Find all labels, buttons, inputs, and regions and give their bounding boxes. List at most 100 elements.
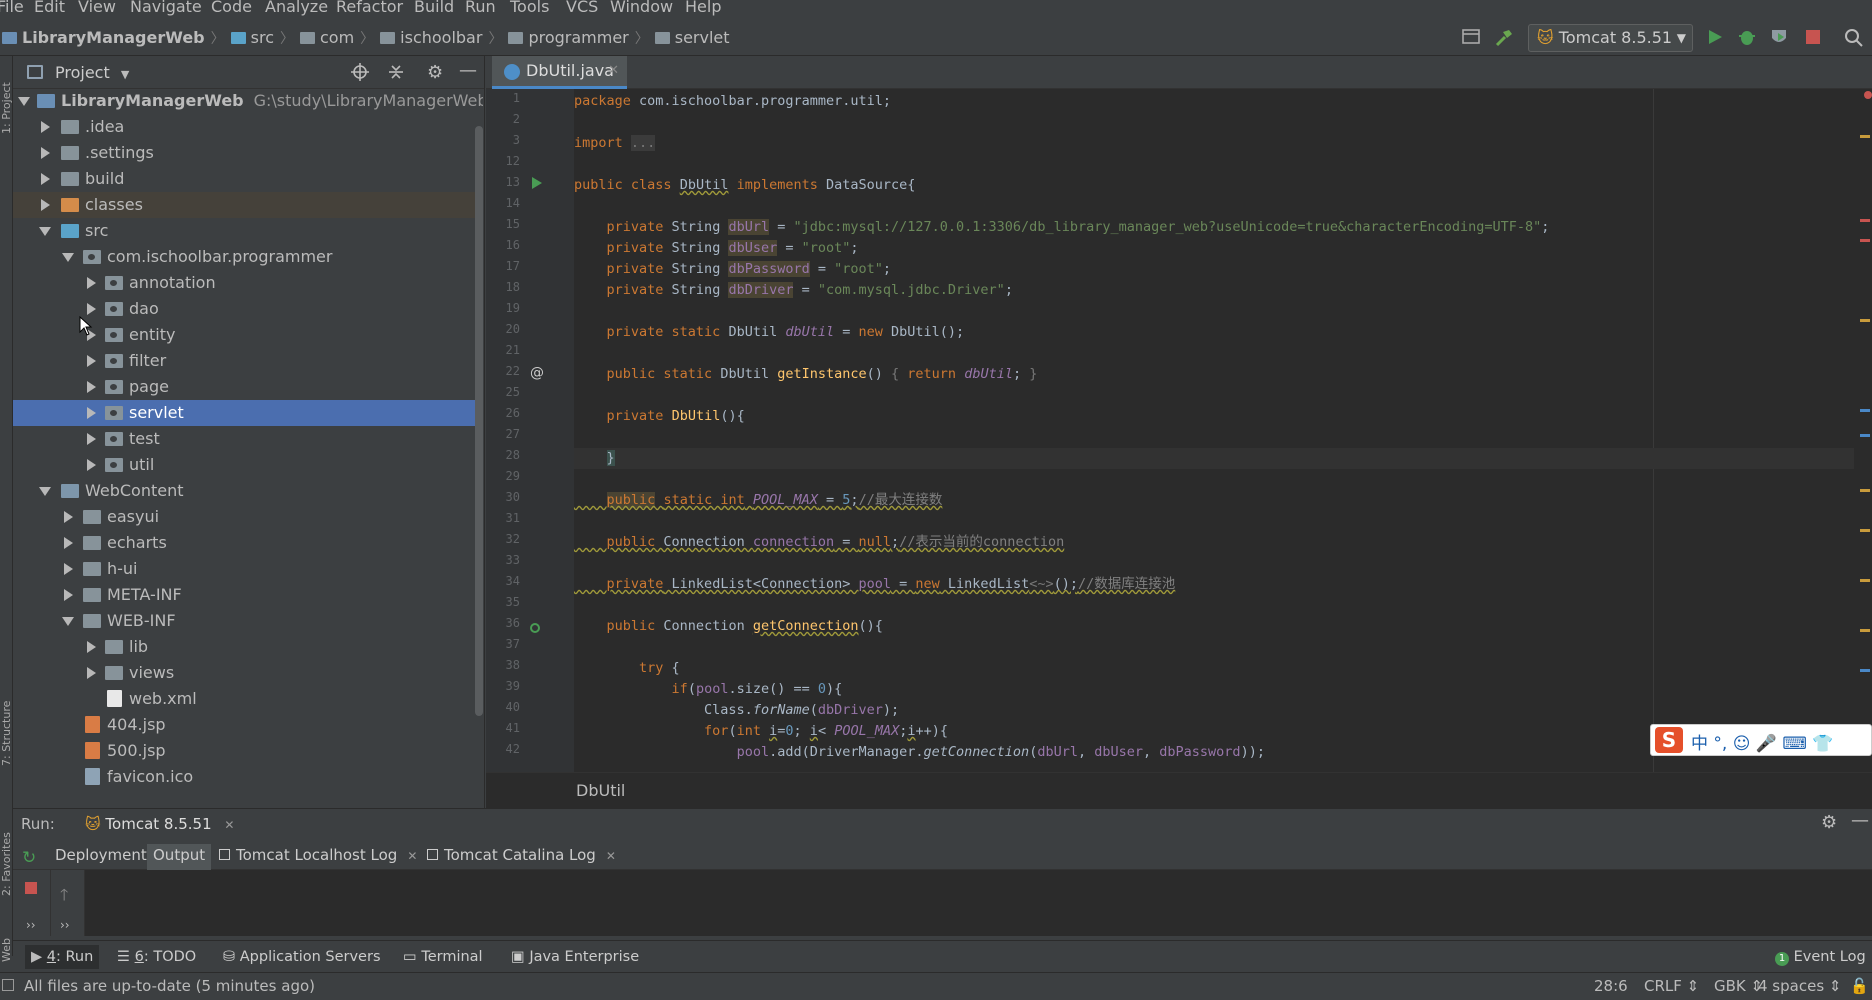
run-config-tab[interactable]: 🐱 Tomcat 8.5.51 ✕ [85,815,234,833]
event-log[interactable]: 1 Event Log [1775,949,1866,966]
expand-arrow-icon[interactable] [87,433,96,445]
toolwindow-java-enterprise[interactable]: ▣ Java Enterprise [511,949,639,965]
expand-arrow-icon[interactable] [87,641,96,653]
menu-refactor[interactable]: Refactor [336,0,403,16]
run-output-console[interactable] [13,870,1872,936]
file-encoding[interactable]: GBK ⇕ [1714,977,1763,995]
gear-icon[interactable]: ⚙ [1821,812,1837,833]
crumb-programmer[interactable]: programmer [528,28,628,47]
debug-icon[interactable] [1738,28,1758,48]
expand-arrow-icon[interactable] [87,303,96,315]
run-gutter-icon[interactable] [532,177,542,189]
tree-node-500-jsp[interactable]: 500.jsp [13,738,483,764]
tree-node-page[interactable]: page [13,374,483,400]
status-message[interactable]: All files are up-to-date (5 minutes ago) [24,977,315,995]
tree-node-annotation[interactable]: annotation [13,270,483,296]
expand-arrow-icon[interactable] [64,589,73,601]
tree-node-idea[interactable]: .idea [13,114,483,140]
locate-icon[interactable] [351,63,369,85]
run-icon[interactable] [1706,28,1726,48]
stop-icon[interactable] [25,882,37,894]
expand-arrow-icon[interactable] [87,407,96,419]
editor-breadcrumb-class[interactable]: DbUtil [576,781,625,800]
ime-status-icons[interactable]: 中 °, ☺ 🎤 ⌨ 👕 [1691,729,1834,754]
implements-gutter-icon[interactable] [530,623,540,633]
toolwindow-terminal[interactable]: ▭ Terminal [403,949,483,965]
tree-node-web-xml[interactable]: web.xml [13,686,483,712]
expand-arrow-icon[interactable] [87,381,96,393]
tree-node-classes[interactable]: classes [13,192,483,218]
caret-position[interactable]: 28:6 [1594,977,1628,995]
tree-node-easyui[interactable]: easyui [13,504,483,530]
crumb-com[interactable]: com [320,28,354,47]
tree-node-project-root[interactable]: LibraryManagerWeb G:\study\LibraryManager… [13,90,483,114]
stripe-web[interactable]: Web [0,938,13,962]
tree-node-src[interactable]: src [13,218,483,244]
expand-arrow-icon[interactable] [87,277,96,289]
up-arrow-icon[interactable]: 🡑 [60,884,68,911]
menu-analyze[interactable]: Analyze [265,0,328,16]
lock-icon[interactable]: 🔓 [1850,977,1869,995]
tree-scrollbar[interactable] [475,126,483,716]
tree-node-filter[interactable]: filter [13,348,483,374]
tree-node-echarts[interactable]: echarts [13,530,483,556]
indent-setting[interactable]: 4 spaces ⇕ [1758,977,1841,995]
expand-arrow-icon[interactable] [87,667,96,679]
menu-navigate[interactable]: Navigate [130,0,202,16]
close-icon[interactable]: ✕ [407,849,417,863]
crumb-project[interactable]: LibraryManagerWeb [22,28,205,47]
crumb-servlet[interactable]: servlet [675,28,730,47]
close-icon[interactable]: ✕ [224,818,234,832]
menu-code[interactable]: Code [211,0,252,16]
tab-deployment[interactable]: Deployment [49,844,153,870]
toolwindow-run[interactable]: ▶ 4: Run [25,945,100,969]
tree-node-404-jsp[interactable]: 404.jsp [13,712,483,738]
window-layout-icon[interactable] [1462,28,1482,48]
search-icon[interactable] [1844,28,1864,48]
ime-toolbar[interactable]: S 中 °, ☺ 🎤 ⌨ 👕 [1650,724,1872,756]
tree-node-webcontent[interactable]: WebContent [13,478,483,504]
tab-output[interactable]: Output [147,844,212,870]
close-icon[interactable]: ✕ [608,56,619,86]
collapse-arrow-icon[interactable] [62,253,74,262]
minimize-icon[interactable]: — [1851,810,1869,831]
tree-node-lib[interactable]: lib [13,634,483,660]
menu-view[interactable]: View [78,0,116,16]
tree-node-h-ui[interactable]: h-ui [13,556,483,582]
collapse-arrow-icon[interactable] [39,487,51,496]
expand-arrow-icon[interactable] [64,537,73,549]
coverage-icon[interactable] [1770,28,1790,48]
crumb-src[interactable]: src [251,28,274,47]
menu-edit[interactable]: Edit [34,0,65,16]
expand-arrow-icon[interactable] [41,199,50,211]
stop-icon[interactable] [1804,28,1824,48]
stripe-project[interactable]: 1: Project [0,82,13,134]
collapse-all-icon[interactable] [387,63,405,85]
menu-help[interactable]: Help [685,0,721,16]
collapse-arrow-icon[interactable] [18,97,30,106]
menu-tools[interactable]: Tools [510,0,549,16]
collapse-arrow-icon[interactable] [62,617,74,626]
menu-window[interactable]: Window [610,0,673,16]
rerun-icon[interactable]: ↻ [22,848,36,868]
stripe-favorites[interactable]: 2: Favorites [0,832,13,896]
menu-vcs[interactable]: VCS [566,0,598,16]
tree-node-web-inf[interactable]: WEB-INF [13,608,483,634]
collapse-arrow-icon[interactable] [39,227,51,236]
tree-node-views[interactable]: views [13,660,483,686]
tree-node-package-root[interactable]: com.ischoolbar.programmer [13,244,483,270]
toggle-tool-windows-icon[interactable] [2,979,14,991]
tab-tomcat-catalina-log[interactable]: Tomcat Catalina Log ✕ [421,844,622,870]
tree-node-servlet[interactable]: servlet [13,400,483,426]
build-hammer-icon[interactable] [1494,28,1514,48]
expand-arrow-icon[interactable] [87,355,96,367]
minimize-icon[interactable]: — [459,60,477,81]
tree-node-build[interactable]: build [13,166,483,192]
toolwindow-todo[interactable]: ☰ 6: TODO [117,949,196,965]
tab-tomcat-localhost-log[interactable]: Tomcat Localhost Log ✕ [213,844,423,870]
menu-build[interactable]: Build [414,0,454,16]
menu-run[interactable]: Run [465,0,496,16]
more-icon[interactable]: ›› [26,918,36,932]
project-view-selector[interactable]: Project ▼ [55,63,129,82]
stripe-structure[interactable]: 7: Structure [0,701,13,766]
